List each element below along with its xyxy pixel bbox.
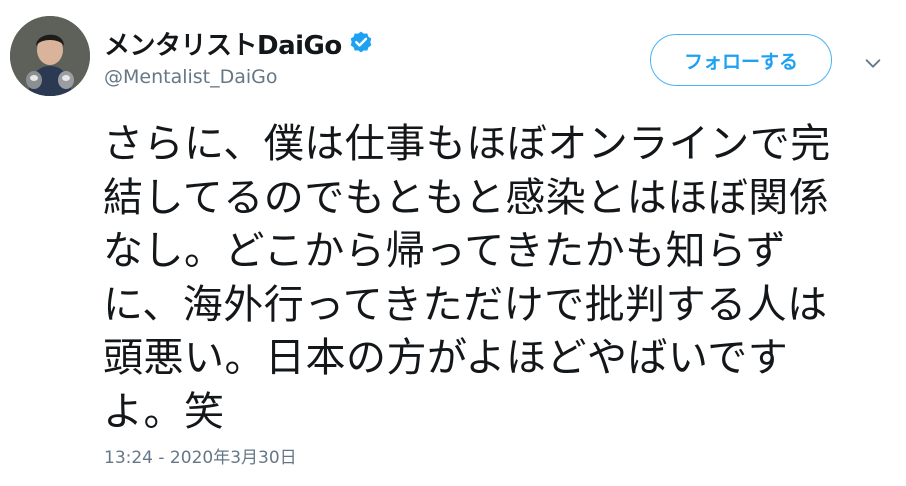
tweet-text: さらに、僕は仕事もほぼオンラインで完 結してるのでもともと感染とはほぼ関係 なし…	[103, 118, 883, 439]
tweet-text-line: なし。どこから帰ってきたかも知らず	[103, 228, 787, 274]
tweet-card: メンタリストDaiGo @Mentalist_DaiGo フォローする さらに、…	[0, 0, 906, 486]
follow-button[interactable]: フォローする	[650, 34, 832, 86]
tweet-text-line: さらに、僕は仕事もほぼオンラインで完	[103, 121, 831, 167]
tweet-text-line: よ。笑	[103, 388, 225, 435]
tweet-text-line: 頭悪い。日本の方がよほどやばいです	[103, 335, 789, 381]
chevron-down-icon[interactable]	[862, 52, 884, 74]
tweet-text-line: 結してるのでもともと感染とはほぼ関係	[103, 174, 830, 221]
tweet-timestamp[interactable]: 13:24 - 2020年3月30日	[104, 443, 297, 468]
avatar[interactable]	[10, 16, 90, 96]
profile-photo-icon	[10, 16, 90, 96]
verified-badge-icon	[350, 31, 372, 53]
user-handle[interactable]: @Mentalist_DaiGo	[104, 66, 278, 88]
name-row[interactable]: メンタリストDaiGo	[104, 25, 374, 61]
tweet-text-line: に、海外行ってきただけで批判する人は	[103, 281, 828, 328]
display-name[interactable]: メンタリストDaiGo	[104, 25, 342, 62]
